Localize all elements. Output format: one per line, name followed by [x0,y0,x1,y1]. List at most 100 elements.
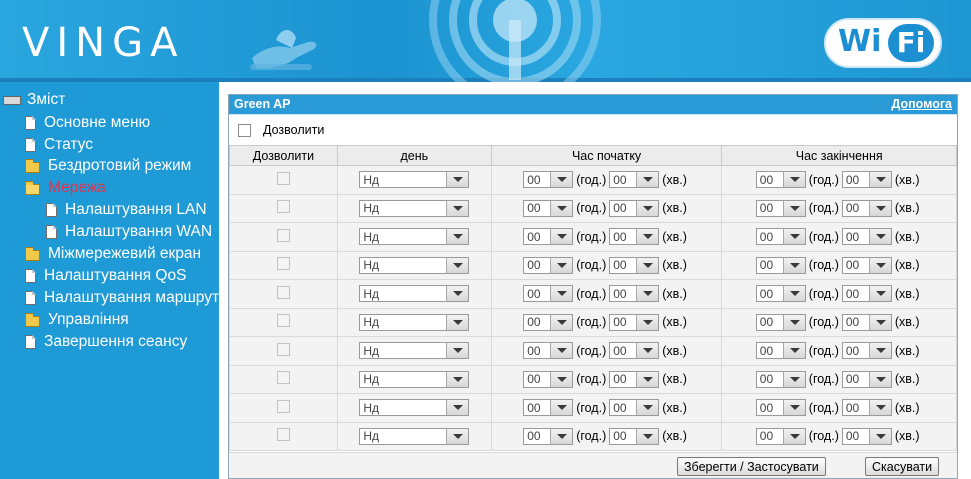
end-hour-select[interactable]: 00 [755,313,806,331]
sidebar-item-main-menu[interactable]: Основне меню [25,114,150,132]
end-minute-select[interactable]: 00 [841,228,892,246]
start-minute-select[interactable]: 00 [609,228,660,246]
chevron-down-icon[interactable] [636,172,659,188]
chevron-down-icon[interactable] [550,172,573,188]
end-hour-select[interactable]: 00 [755,427,806,445]
end-minute-select[interactable]: 00 [841,399,892,417]
end-hour-select[interactable]: 00 [755,285,806,303]
start-hour-select[interactable]: 00 [523,427,574,445]
chevron-down-icon[interactable] [446,371,469,387]
chevron-down-icon[interactable] [550,343,573,359]
chevron-down-icon[interactable] [868,229,891,245]
chevron-down-icon[interactable] [550,371,573,387]
chevron-down-icon[interactable] [782,200,805,216]
row-enable-checkbox[interactable] [276,314,290,328]
row-enable-checkbox[interactable] [276,200,290,214]
end-minute-select[interactable]: 00 [841,313,892,331]
end-hour-select[interactable]: 00 [755,256,806,274]
end-minute-select[interactable]: 00 [841,199,892,217]
row-enable-checkbox[interactable] [276,342,290,356]
cancel-button[interactable]: Скасувати [865,457,940,476]
chevron-down-icon[interactable] [868,343,891,359]
enable-checkbox[interactable] [238,123,251,137]
start-hour-select[interactable]: 00 [523,171,574,189]
day-select[interactable]: Нд [359,256,470,274]
start-hour-select[interactable]: 00 [523,285,574,303]
end-hour-select[interactable]: 00 [755,342,806,360]
chevron-down-icon[interactable] [782,371,805,387]
chevron-down-icon[interactable] [782,172,805,188]
day-select[interactable]: Нд [359,228,470,246]
end-minute-select[interactable]: 00 [841,427,892,445]
start-minute-select[interactable]: 00 [609,370,660,388]
end-hour-select[interactable]: 00 [755,370,806,388]
chevron-down-icon[interactable] [550,200,573,216]
sidebar-root[interactable]: Зміст [3,91,65,109]
chevron-down-icon[interactable] [550,428,573,444]
chevron-down-icon[interactable] [868,314,891,330]
help-link[interactable]: Допомога [891,97,952,111]
sidebar-item-routing[interactable]: Налаштування маршрутизації [25,289,219,307]
row-enable-checkbox[interactable] [276,399,290,413]
chevron-down-icon[interactable] [636,343,659,359]
sidebar-item-wireless[interactable]: Бездротовий режим [25,157,191,175]
sidebar-item-qos[interactable]: Налаштування QoS [25,267,186,285]
chevron-down-icon[interactable] [550,400,573,416]
chevron-down-icon[interactable] [446,286,469,302]
sidebar-item-lan-settings[interactable]: Налаштування LAN [46,201,207,219]
row-enable-checkbox[interactable] [276,428,290,442]
chevron-down-icon[interactable] [636,428,659,444]
day-select[interactable]: Нд [359,399,470,417]
chevron-down-icon[interactable] [636,257,659,273]
chevron-down-icon[interactable] [636,314,659,330]
end-minute-select[interactable]: 00 [841,342,892,360]
start-hour-select[interactable]: 00 [523,256,574,274]
save-apply-button[interactable]: Зберегти / Застосувати [677,457,826,476]
row-enable-checkbox[interactable] [276,257,290,271]
start-hour-select[interactable]: 00 [523,199,574,217]
sidebar-item-management[interactable]: Управління [25,311,129,329]
chevron-down-icon[interactable] [868,200,891,216]
chevron-down-icon[interactable] [868,371,891,387]
end-hour-select[interactable]: 00 [755,399,806,417]
chevron-down-icon[interactable] [782,314,805,330]
sidebar-item-firewall[interactable]: Міжмережевий екран [25,245,201,263]
day-select[interactable]: Нд [359,285,470,303]
row-enable-checkbox[interactable] [276,371,290,385]
start-minute-select[interactable]: 00 [609,427,660,445]
chevron-down-icon[interactable] [446,314,469,330]
chevron-down-icon[interactable] [446,400,469,416]
chevron-down-icon[interactable] [782,343,805,359]
day-select[interactable]: Нд [359,342,470,360]
start-hour-select[interactable]: 00 [523,342,574,360]
start-minute-select[interactable]: 00 [609,171,660,189]
day-select[interactable]: Нд [359,199,470,217]
end-minute-select[interactable]: 00 [841,370,892,388]
start-minute-select[interactable]: 00 [609,256,660,274]
start-hour-select[interactable]: 00 [523,228,574,246]
end-hour-select[interactable]: 00 [755,171,806,189]
chevron-down-icon[interactable] [782,229,805,245]
chevron-down-icon[interactable] [446,343,469,359]
row-enable-checkbox[interactable] [276,171,290,185]
chevron-down-icon[interactable] [446,428,469,444]
end-hour-select[interactable]: 00 [755,199,806,217]
day-select[interactable]: Нд [359,171,470,189]
start-minute-select[interactable]: 00 [609,285,660,303]
start-minute-select[interactable]: 00 [609,399,660,417]
chevron-down-icon[interactable] [782,428,805,444]
chevron-down-icon[interactable] [550,286,573,302]
chevron-down-icon[interactable] [782,400,805,416]
start-minute-select[interactable]: 00 [609,199,660,217]
chevron-down-icon[interactable] [446,200,469,216]
chevron-down-icon[interactable] [636,400,659,416]
chevron-down-icon[interactable] [636,286,659,302]
chevron-down-icon[interactable] [446,172,469,188]
row-enable-checkbox[interactable] [276,285,290,299]
chevron-down-icon[interactable] [550,257,573,273]
chevron-down-icon[interactable] [868,286,891,302]
chevron-down-icon[interactable] [868,428,891,444]
day-select[interactable]: Нд [359,427,470,445]
row-enable-checkbox[interactable] [276,228,290,242]
chevron-down-icon[interactable] [868,257,891,273]
